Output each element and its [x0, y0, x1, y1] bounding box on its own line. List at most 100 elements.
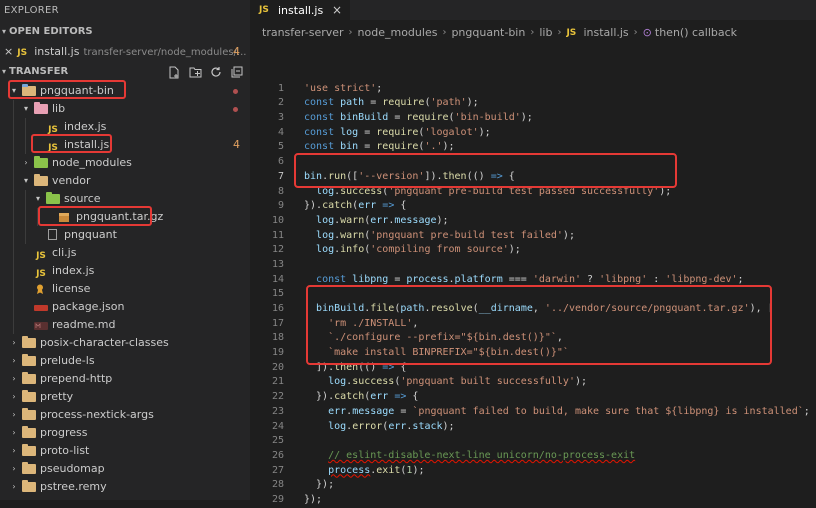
line-number: 10	[271, 214, 284, 226]
tree-item[interactable]: › prepend-http	[0, 370, 250, 388]
code-token: );	[574, 376, 588, 388]
file-shape	[48, 229, 57, 240]
breadcrumb-item[interactable]: pngquant-bin	[451, 20, 525, 46]
chevron-down-icon[interactable]: ▾	[20, 172, 32, 190]
line-number: 3	[277, 112, 284, 124]
code-token: );	[520, 112, 533, 124]
tree-item[interactable]: ▾ vendor	[0, 172, 250, 190]
breadcrumb-item[interactable]: lib	[539, 20, 552, 46]
line-number: 27	[271, 464, 284, 476]
tree-item-label: package.json	[52, 300, 125, 313]
folder-icon	[22, 372, 36, 385]
project-header[interactable]: ▾ TRANSFER	[0, 62, 250, 82]
chevron-right-icon[interactable]: ›	[8, 442, 20, 460]
new-folder-icon[interactable]	[188, 65, 202, 79]
tree-item-label: cli.js	[52, 246, 77, 259]
tree-item[interactable]: › proto-list	[0, 442, 250, 460]
tree-item[interactable]: JS cli.js	[0, 244, 250, 262]
chevron-right-icon[interactable]: ›	[8, 334, 20, 352]
code-token: );	[442, 141, 455, 153]
code-token: 'logalot'	[424, 126, 479, 138]
breadcrumb-item[interactable]: transfer-server	[262, 20, 344, 46]
code-token: {	[394, 200, 407, 212]
chevron-right-icon: ›	[348, 27, 353, 38]
code-line: 29});	[250, 493, 816, 508]
tab-bar: JS install.js ×	[250, 0, 816, 20]
code-line: 21 log.success('pngquant built successfu…	[250, 375, 816, 390]
tree-item[interactable]: JS index.js	[0, 262, 250, 280]
js-file-icon: JS	[259, 5, 269, 15]
markdown-shape	[34, 322, 48, 330]
tree-item[interactable]: readme.md	[0, 316, 250, 334]
problem-count-badge: 4	[233, 138, 240, 151]
line-number: 5	[277, 141, 284, 153]
chevron-down-icon: ▾	[2, 27, 7, 36]
tree-item-label: license	[52, 282, 91, 295]
code-text: // eslint-disable-next-line unicorn/no-p…	[304, 449, 635, 464]
tree-item[interactable]: package.json	[0, 298, 250, 316]
tree-item-label: posix-character-classes	[40, 336, 169, 349]
js-file-icon: JS	[36, 269, 46, 279]
chevron-right-icon[interactable]: ›	[8, 370, 20, 388]
folder-icon	[34, 102, 48, 115]
close-icon[interactable]: ×	[4, 45, 13, 58]
chevron-right-icon: ›	[633, 27, 638, 38]
tree-item[interactable]: › posix-character-classes	[0, 334, 250, 352]
tree-item[interactable]: › progress	[0, 424, 250, 442]
code-token: success	[352, 376, 395, 388]
chevron-down-icon[interactable]: ▾	[20, 100, 32, 118]
code-text: log.warn('pngquant pre-build test failed…	[304, 229, 575, 244]
breadcrumb-file[interactable]: install.js	[583, 20, 628, 46]
code-token: binBuild	[340, 112, 389, 124]
code-token: path	[340, 97, 365, 109]
chevron-right-icon[interactable]: ›	[8, 460, 20, 478]
code-token: 'compiling from source'	[370, 244, 509, 256]
code-token: log	[328, 376, 347, 388]
tree-item[interactable]: › pseudomap	[0, 460, 250, 478]
tree-item[interactable]: › pretty	[0, 388, 250, 406]
code-text: log.success('pngquant built successfully…	[304, 375, 587, 390]
tree-item[interactable]: › process-nextick-args	[0, 406, 250, 424]
collapse-all-icon[interactable]	[230, 65, 244, 79]
tree-item[interactable]: license	[0, 280, 250, 298]
code-token: });	[304, 493, 323, 505]
code-text: const log = require('logalot');	[304, 126, 491, 141]
tree-item[interactable]: pngquant	[0, 226, 250, 244]
tree-item[interactable]: › pstree.remy	[0, 478, 250, 496]
chevron-right-icon[interactable]: ›	[8, 478, 20, 496]
code-token: catch	[334, 391, 365, 403]
folder-shape	[22, 354, 36, 366]
tree-item[interactable]: › node_modules	[0, 154, 250, 172]
chevron-right-icon[interactable]: ›	[8, 352, 20, 370]
code-token: const	[304, 126, 341, 138]
indent-guide	[25, 118, 26, 136]
code-token: );	[478, 126, 491, 138]
code-text: });	[304, 493, 322, 508]
folder-icon	[46, 192, 60, 205]
open-editor-item[interactable]: × JS install.js transfer-server/node_module…	[0, 42, 250, 62]
tree-item[interactable]: ▾ lib	[0, 100, 250, 118]
chevron-right-icon[interactable]: ›	[8, 424, 20, 442]
indent-guide	[13, 244, 14, 262]
code-line: 3 const binBuild = require('bin-build');	[250, 111, 816, 126]
chevron-right-icon[interactable]: ›	[20, 154, 32, 172]
code-token: );	[466, 97, 479, 109]
tree-item-label: pretty	[40, 390, 74, 403]
refresh-icon[interactable]	[209, 65, 223, 79]
tab-install-js[interactable]: JS install.js ×	[250, 0, 350, 20]
markdown-icon	[34, 319, 48, 331]
code-token: =	[364, 97, 383, 109]
line-number: 13	[271, 258, 284, 270]
chevron-right-icon[interactable]: ›	[8, 406, 20, 424]
tree-item[interactable]: › prelude-ls	[0, 352, 250, 370]
open-editors-header[interactable]: ▾ OPEN EDITORS	[0, 22, 250, 42]
breadcrumb-item[interactable]: node_modules	[358, 20, 438, 46]
close-icon[interactable]: ×	[332, 3, 342, 17]
chevron-right-icon[interactable]: ›	[8, 388, 20, 406]
new-file-icon[interactable]	[167, 65, 181, 79]
breadcrumb-symbol[interactable]: then() callback	[655, 20, 737, 46]
code-text: log.warn(err.message);	[304, 214, 449, 229]
code-text: 'use strict';	[304, 82, 382, 97]
